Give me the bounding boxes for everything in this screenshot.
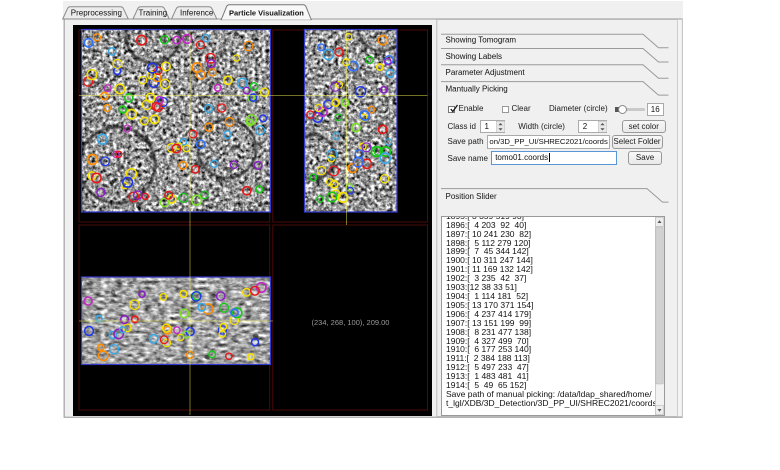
svg-text:Position Slider: Position Slider — [446, 192, 497, 201]
svg-text:Showing Tomogram: Showing Tomogram — [446, 36, 517, 45]
svg-text:(234, 268, 100), 209.00: (234, 268, 100), 209.00 — [312, 318, 390, 327]
svg-text:Showing Labels: Showing Labels — [446, 52, 502, 61]
svg-text:Preprocessing: Preprocessing — [71, 8, 122, 17]
svg-text:Parameter Adjustment: Parameter Adjustment — [446, 68, 526, 77]
svg-text:Particle Visualization: Particle Visualization — [229, 8, 304, 17]
svg-text:Inference: Inference — [180, 8, 214, 17]
svg-text:Mantually Picking: Mantually Picking — [446, 84, 508, 93]
svg-text:Training: Training — [139, 8, 168, 17]
